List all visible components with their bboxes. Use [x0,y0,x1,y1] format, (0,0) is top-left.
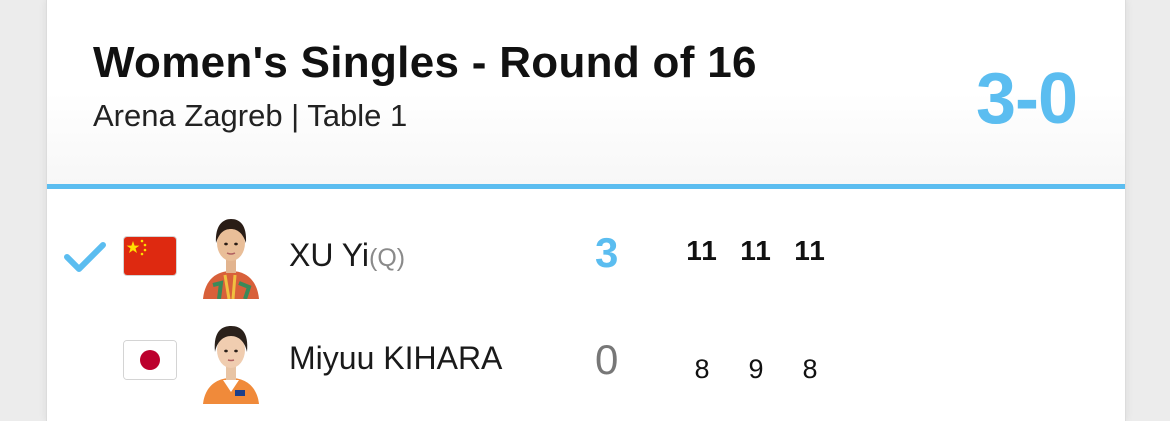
match-score: 3-0 [975,59,1078,139]
player-name-text: Miyuu KIHARA [289,340,503,376]
sets-won: 3 [595,229,619,276]
qualifier-tag: (Q) [369,244,406,272]
player-name-text: XU Yi [289,237,370,273]
player-name[interactable]: XU Yi(Q) [289,237,405,274]
match-card[interactable]: Women's Singles - Round of 16 Arena Zagr… [46,0,1126,421]
player-name[interactable]: Miyuu KIHARA [289,340,502,377]
player-avatar [199,213,263,299]
game-score-2: 9 [748,354,764,384]
match-header: Women's Singles - Round of 16 Arena Zagr… [47,0,1125,184]
game-score-1: 11 [686,235,718,266]
winner-check-icon [64,242,106,272]
sets-won: 0 [595,336,619,383]
game-score-3: 11 [794,235,826,266]
header-divider [47,184,1125,189]
player-row-2[interactable]: Miyuu KIHARA 0 8 9 8 [47,312,1125,412]
game-score-3: 8 [802,354,818,384]
japan-flag-icon [123,340,177,380]
match-venue: Arena Zagreb | Table 1 [93,98,408,133]
player-row-1[interactable]: XU Yi(Q) 3 11 11 11 [47,205,1125,305]
game-score-1: 8 [694,354,710,384]
player-avatar [199,318,263,404]
match-title: Women's Singles - Round of 16 [93,38,757,87]
china-flag-icon [123,236,177,276]
game-score-2: 11 [740,235,772,266]
